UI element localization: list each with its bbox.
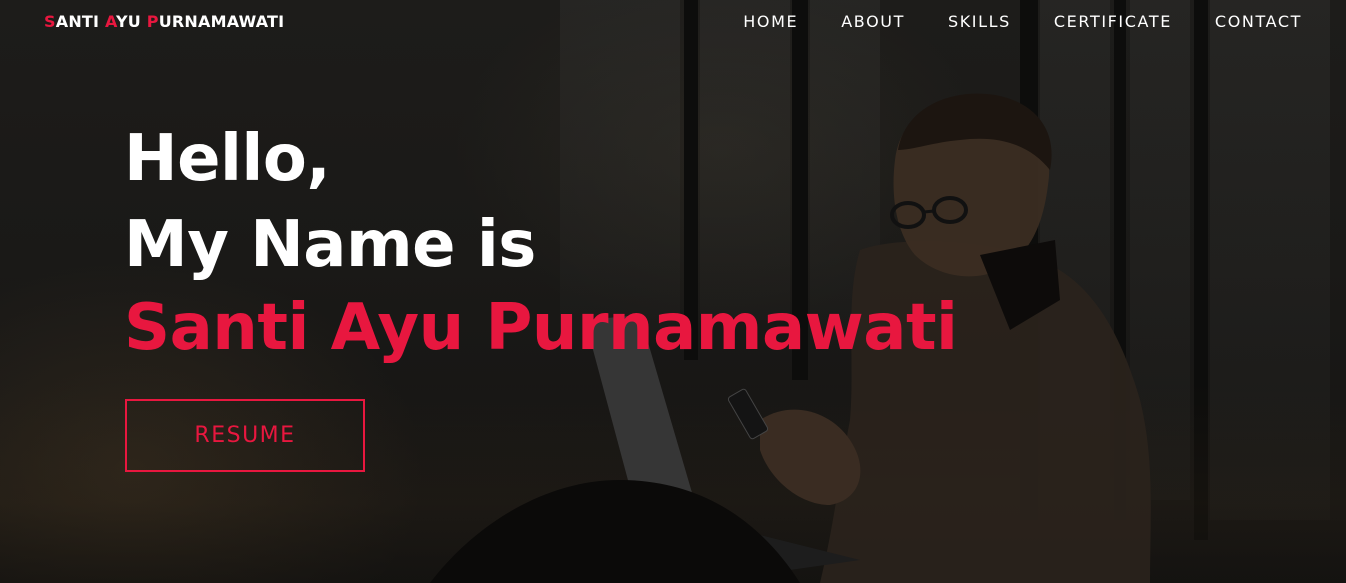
brand-initial-p: P (146, 12, 159, 31)
nav-link-skills[interactable]: SKILLS (948, 12, 1011, 31)
hero-greeting: Hello, My Name is (124, 116, 536, 288)
brand-logo-link[interactable]: SANTI AYU PURNAMAWATI (44, 12, 284, 31)
resume-button[interactable]: RESUME (125, 399, 365, 472)
nav-link-certificate[interactable]: CERTIFICATE (1054, 12, 1172, 31)
hero-greeting-line2: My Name is (124, 208, 536, 282)
brand-initial-s: S (44, 12, 56, 31)
hero-section: SANTI AYU PURNAMAWATI HOME ABOUT SKILLS … (0, 0, 1346, 583)
hero-name: Santi Ayu Purnamawati (124, 291, 958, 365)
brand-text-yu: YU (116, 12, 147, 31)
top-navbar: SANTI AYU PURNAMAWATI HOME ABOUT SKILLS … (0, 0, 1346, 46)
hero-greeting-line1: Hello, (124, 122, 331, 196)
brand-text-anti: ANTI (55, 12, 105, 31)
nav-link-home[interactable]: HOME (743, 12, 798, 31)
resume-button-label: RESUME (194, 423, 296, 448)
nav-link-about[interactable]: ABOUT (841, 12, 905, 31)
brand-initial-a: A (104, 12, 117, 31)
nav-link-contact[interactable]: CONTACT (1215, 12, 1302, 31)
nav-menu: HOME ABOUT SKILLS CERTIFICATE CONTACT (743, 12, 1302, 31)
brand-text-urnamawati: URNAMAWATI (158, 12, 285, 31)
